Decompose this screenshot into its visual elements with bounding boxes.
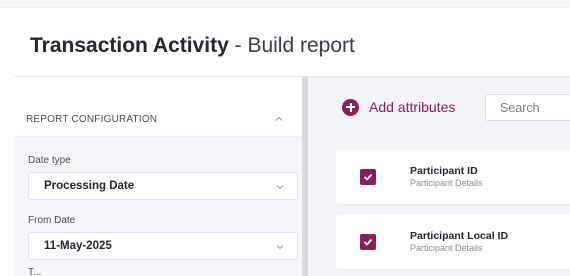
chevron-down-icon <box>276 245 284 250</box>
chevron-up-icon[interactable] <box>272 112 286 126</box>
attribute-group: Participant Details <box>410 243 483 253</box>
search-input[interactable] <box>485 94 570 121</box>
attributes-panel: Add attributes Participant ID Participan… <box>308 77 570 276</box>
attribute-name: Participant ID <box>410 165 478 177</box>
page-title: Transaction Activity - Build report <box>30 32 355 60</box>
from-date-value: 11-May-2025 <box>44 240 112 252</box>
checkmark-icon <box>363 238 373 246</box>
from-date-select[interactable]: 11-May-2025 <box>28 232 298 260</box>
attribute-group: Participant Details <box>410 178 483 188</box>
next-field-label: T... <box>28 267 42 276</box>
add-attributes-button[interactable]: Add attributes <box>342 96 455 118</box>
report-configuration-panel: REPORT CONFIGURATION Date type Processin… <box>14 77 302 276</box>
checkbox-checked[interactable] <box>360 169 376 185</box>
add-attributes-label: Add attributes <box>369 99 456 115</box>
chevron-down-icon <box>276 185 284 190</box>
from-date-label: From Date <box>28 215 76 226</box>
checkbox-checked[interactable] <box>360 234 376 250</box>
attribute-card-participant-local-id: Participant Local ID Participant Details <box>336 214 570 269</box>
date-type-label: Date type <box>28 155 71 166</box>
checkmark-icon <box>363 173 373 181</box>
plus-circle-icon <box>342 98 359 116</box>
date-type-select[interactable]: Processing Date <box>28 172 298 200</box>
page-title-suffix: - Build report <box>228 34 355 57</box>
date-type-value: Processing Date <box>44 180 135 192</box>
attribute-name: Participant Local ID <box>410 230 509 242</box>
report-configuration-label: REPORT CONFIGURATION <box>26 114 158 125</box>
top-bar <box>0 0 570 8</box>
page-title-report-name: Transaction Activity <box>30 34 229 57</box>
attribute-card-participant-id: Participant ID Participant Details <box>336 149 570 204</box>
report-configuration-header[interactable]: REPORT CONFIGURATION <box>14 77 302 137</box>
